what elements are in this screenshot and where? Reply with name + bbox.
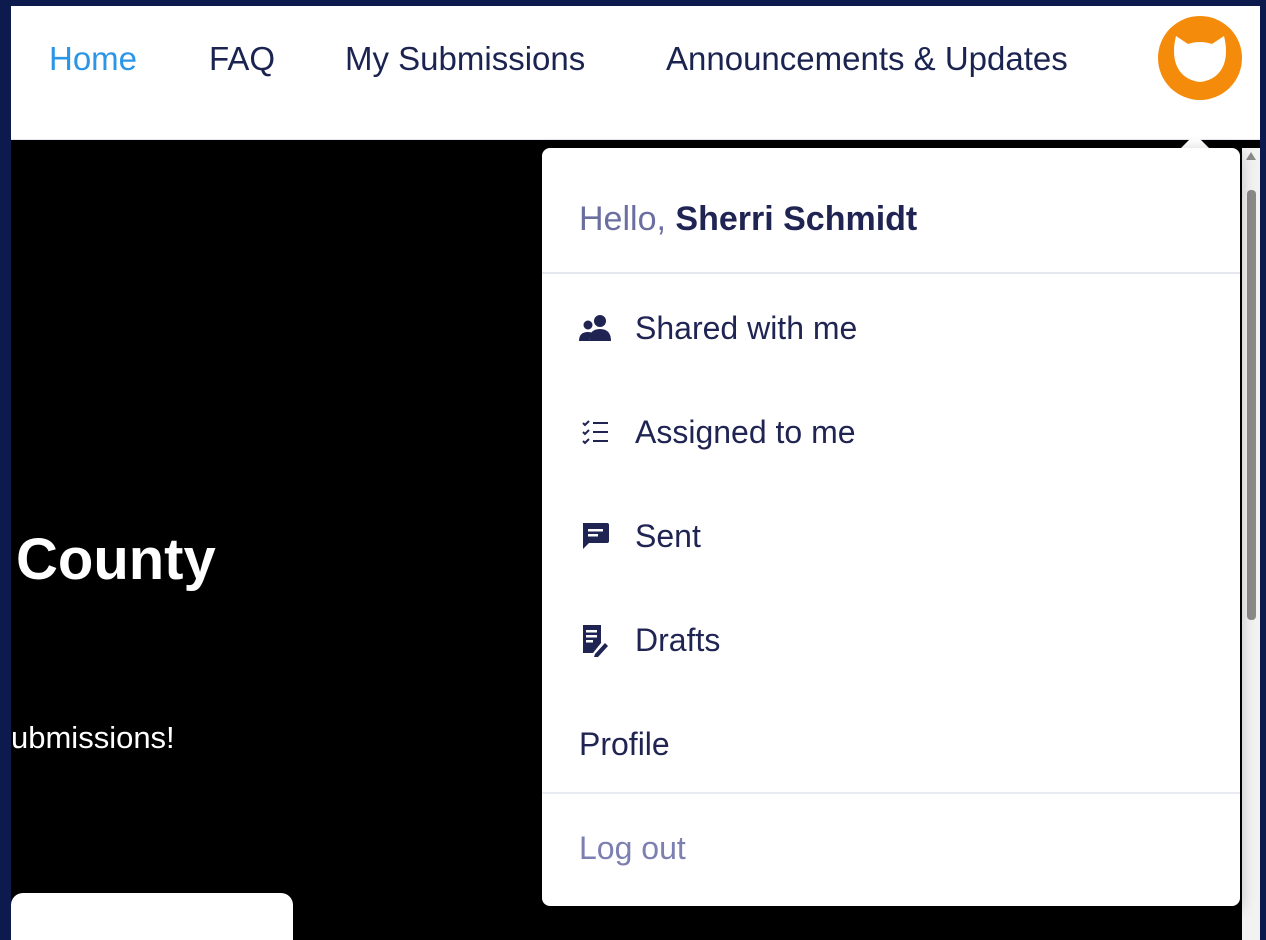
menu-item-label: Shared with me	[635, 309, 858, 346]
draft-document-icon	[578, 623, 612, 657]
hero-title: County	[16, 527, 216, 592]
menu-item-label: Sent	[635, 517, 701, 554]
users-icon	[578, 311, 612, 345]
menu-item-label: Profile	[579, 725, 670, 762]
menu-item-label: Drafts	[635, 621, 721, 658]
user-avatar-button[interactable]	[1158, 16, 1242, 100]
user-name: Sherri Schmidt	[675, 200, 918, 238]
scroll-thumb[interactable]	[1247, 190, 1256, 620]
menu-item-label: Assigned to me	[635, 413, 856, 450]
user-greeting: Hello, Sherri Schmidt	[579, 200, 917, 239]
nav-my-submissions[interactable]: My Submissions	[345, 40, 585, 78]
greeting-prefix: Hello,	[579, 200, 666, 238]
log-out-label: Log out	[579, 829, 686, 866]
hero-card	[11, 893, 293, 940]
page-scrollbar[interactable]	[1242, 148, 1260, 940]
nav-home[interactable]: Home	[49, 40, 137, 78]
cat-face-icon	[1174, 36, 1226, 82]
menu-item-sent[interactable]: Sent	[542, 496, 1240, 576]
dropdown-caret	[1181, 134, 1209, 148]
user-menu-header: Hello, Sherri Schmidt	[542, 148, 1240, 274]
top-navigation: Home FAQ My Submissions Announcements & …	[11, 6, 1260, 140]
menu-item-shared-with-me[interactable]: Shared with me	[542, 288, 1240, 368]
message-icon	[578, 519, 612, 553]
menu-item-drafts[interactable]: Drafts	[542, 600, 1240, 680]
menu-divider	[542, 792, 1240, 794]
browser-viewport: County ubmissions! Home FAQ My Submissio…	[11, 6, 1260, 940]
scroll-up-arrow-icon[interactable]	[1246, 152, 1256, 160]
hero-subtitle: ubmissions!	[11, 720, 175, 755]
checklist-icon	[578, 415, 612, 449]
nav-faq[interactable]: FAQ	[209, 40, 275, 78]
user-menu-dropdown: Hello, Sherri Schmidt Shared with me Ass…	[542, 148, 1240, 906]
menu-item-assigned-to-me[interactable]: Assigned to me	[542, 392, 1240, 472]
menu-item-log-out[interactable]: Log out	[542, 808, 1240, 888]
nav-announcements-updates[interactable]: Announcements & Updates	[666, 40, 1068, 78]
menu-item-profile[interactable]: Profile	[542, 704, 1240, 784]
